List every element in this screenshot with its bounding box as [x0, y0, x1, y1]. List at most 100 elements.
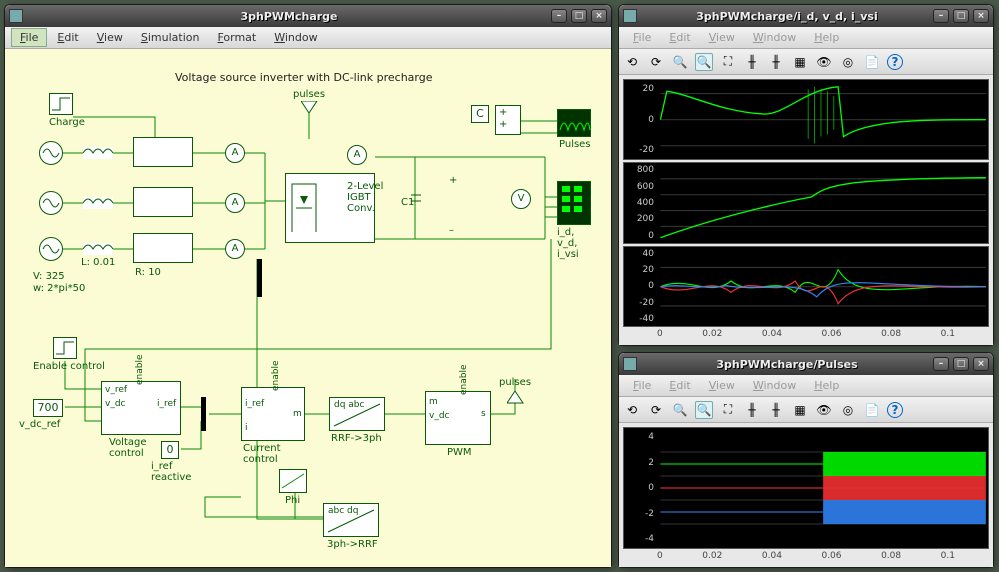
- label-pulses-out: pulses: [499, 377, 531, 388]
- menu-window[interactable]: Window: [745, 29, 804, 46]
- xtick: 0: [657, 329, 663, 339]
- ammeter-dc[interactable]: A: [347, 145, 367, 165]
- grid-icon[interactable]: ▦: [791, 401, 809, 419]
- page-icon[interactable]: 📄: [863, 401, 881, 419]
- scope-pulses[interactable]: [557, 109, 591, 137]
- label-R: R: 10: [135, 267, 161, 278]
- eye-icon[interactable]: 👁: [815, 401, 833, 419]
- constant-vdcref[interactable]: 700: [33, 399, 63, 417]
- menu-window[interactable]: Window: [266, 29, 325, 46]
- menu-file[interactable]: File: [625, 377, 659, 394]
- ytick: 400: [626, 198, 654, 208]
- menu-simulation[interactable]: Simulation: [133, 29, 208, 46]
- inductor-b[interactable]: [83, 197, 113, 209]
- tag-pulses-out-icon: [507, 391, 527, 405]
- menu-edit[interactable]: Edit: [661, 377, 698, 394]
- menu-view[interactable]: View: [701, 377, 743, 394]
- close-button[interactable]: ×: [973, 357, 989, 371]
- menu-edit[interactable]: Edit: [49, 29, 86, 46]
- menu-file[interactable]: File: [11, 28, 47, 47]
- scope1-plot3[interactable]: 40 20 0 -20 -40: [623, 246, 989, 327]
- menu-window[interactable]: Window: [745, 377, 804, 394]
- breaker-c[interactable]: [133, 233, 193, 263]
- window-scope2: 3phPWMcharge/Pulses – □ × File Edit View…: [618, 352, 994, 568]
- target-icon[interactable]: ◎: [839, 401, 857, 419]
- voltmeter-dc[interactable]: V: [511, 189, 531, 209]
- menubar-scope2: File Edit View Window Help: [619, 375, 993, 397]
- menu-edit[interactable]: Edit: [661, 29, 698, 46]
- breaker-b[interactable]: [133, 187, 193, 217]
- mux-iref[interactable]: [201, 397, 206, 431]
- ac-source-c[interactable]: [39, 237, 63, 261]
- block-enable-step[interactable]: [53, 337, 77, 359]
- zoom-icon[interactable]: 🔍: [671, 53, 689, 71]
- ammeter-b[interactable]: A: [225, 193, 245, 213]
- titlebar-scope2[interactable]: 3phPWMcharge/Pulses – □ ×: [619, 353, 993, 375]
- close-button[interactable]: ×: [591, 9, 607, 23]
- titlebar-model[interactable]: 3phPWMcharge – □ ×: [5, 5, 611, 27]
- close-button[interactable]: ×: [973, 9, 989, 23]
- cursor2-icon[interactable]: ╫: [767, 401, 785, 419]
- block-phi[interactable]: [279, 469, 307, 493]
- zoombox-icon[interactable]: 🔍: [695, 53, 713, 71]
- ammeter-c[interactable]: A: [225, 239, 245, 259]
- block-charge-step[interactable]: [49, 93, 73, 115]
- menu-help[interactable]: Help: [806, 377, 847, 394]
- fwd-icon[interactable]: ⟳: [647, 53, 665, 71]
- back-icon[interactable]: ⟲: [623, 53, 641, 71]
- maximize-button[interactable]: □: [953, 357, 969, 371]
- breaker-a[interactable]: [133, 137, 193, 167]
- model-canvas[interactable]: Voltage source inverter with DC-link pre…: [5, 49, 611, 567]
- titlebar-scope1[interactable]: 3phPWMcharge/i_d, v_d, i_vsi – □ ×: [619, 5, 993, 27]
- minimize-button[interactable]: –: [551, 9, 567, 23]
- label-wsrc: w: 2*pi*50: [33, 283, 85, 294]
- fit-icon[interactable]: ⛶: [719, 401, 737, 419]
- fit-icon[interactable]: ⛶: [719, 53, 737, 71]
- minimize-button[interactable]: –: [933, 357, 949, 371]
- constant-C[interactable]: C: [471, 105, 489, 123]
- maximize-button[interactable]: □: [953, 9, 969, 23]
- xtick: 0.1: [941, 329, 955, 339]
- back-icon[interactable]: ⟲: [623, 401, 641, 419]
- ytick: 800: [626, 165, 654, 175]
- scope-signals[interactable]: [557, 181, 591, 225]
- scope1-plot2[interactable]: 800 600 400 200 0: [623, 162, 989, 243]
- ytick: -4: [626, 534, 654, 544]
- cursor-icon[interactable]: ╫: [743, 53, 761, 71]
- scope2-plot[interactable]: 4 2 0 -2 -4: [623, 427, 989, 549]
- block-rrf-3ph[interactable]: dq abc: [329, 397, 385, 431]
- inductor-a[interactable]: [83, 147, 113, 159]
- fwd-icon[interactable]: ⟳: [647, 401, 665, 419]
- zoom-icon[interactable]: 🔍: [671, 401, 689, 419]
- constant-iref-reactive[interactable]: 0: [161, 441, 179, 459]
- maximize-button[interactable]: □: [571, 9, 587, 23]
- inductor-c[interactable]: [83, 243, 113, 255]
- ac-source-a[interactable]: [39, 141, 63, 165]
- target-icon[interactable]: ◎: [839, 53, 857, 71]
- ammeter-a[interactable]: A: [225, 143, 245, 163]
- label-enable-ctrl: Enable control: [33, 361, 105, 372]
- menu-help[interactable]: Help: [806, 29, 847, 46]
- ac-source-b[interactable]: [39, 191, 63, 215]
- help-icon[interactable]: ?: [887, 402, 903, 418]
- eye-icon[interactable]: 👁: [815, 53, 833, 71]
- menu-view[interactable]: View: [89, 29, 131, 46]
- xtick: 0.08: [881, 551, 901, 561]
- mux-meas[interactable]: [257, 259, 262, 297]
- block-3ph-rrf[interactable]: abc dq: [323, 503, 379, 537]
- menu-view[interactable]: View: [701, 29, 743, 46]
- grid-icon[interactable]: ▦: [791, 53, 809, 71]
- zoombox-icon[interactable]: 🔍: [695, 401, 713, 419]
- menu-format[interactable]: Format: [209, 29, 264, 46]
- label-sig-out: i_d, v_d, i_vsi: [557, 227, 597, 260]
- scope1-plot1[interactable]: 20 0 -20: [623, 79, 989, 160]
- cursor2-icon[interactable]: ╫: [767, 53, 785, 71]
- sum-block[interactable]: + +: [495, 105, 521, 135]
- help-icon[interactable]: ?: [887, 54, 903, 70]
- page-icon[interactable]: 📄: [863, 53, 881, 71]
- menu-file[interactable]: File: [625, 29, 659, 46]
- window-model: 3phPWMcharge – □ × File Edit View Simula…: [4, 4, 612, 568]
- ytick: 0: [626, 483, 654, 493]
- minimize-button[interactable]: –: [933, 9, 949, 23]
- cursor-icon[interactable]: ╫: [743, 401, 761, 419]
